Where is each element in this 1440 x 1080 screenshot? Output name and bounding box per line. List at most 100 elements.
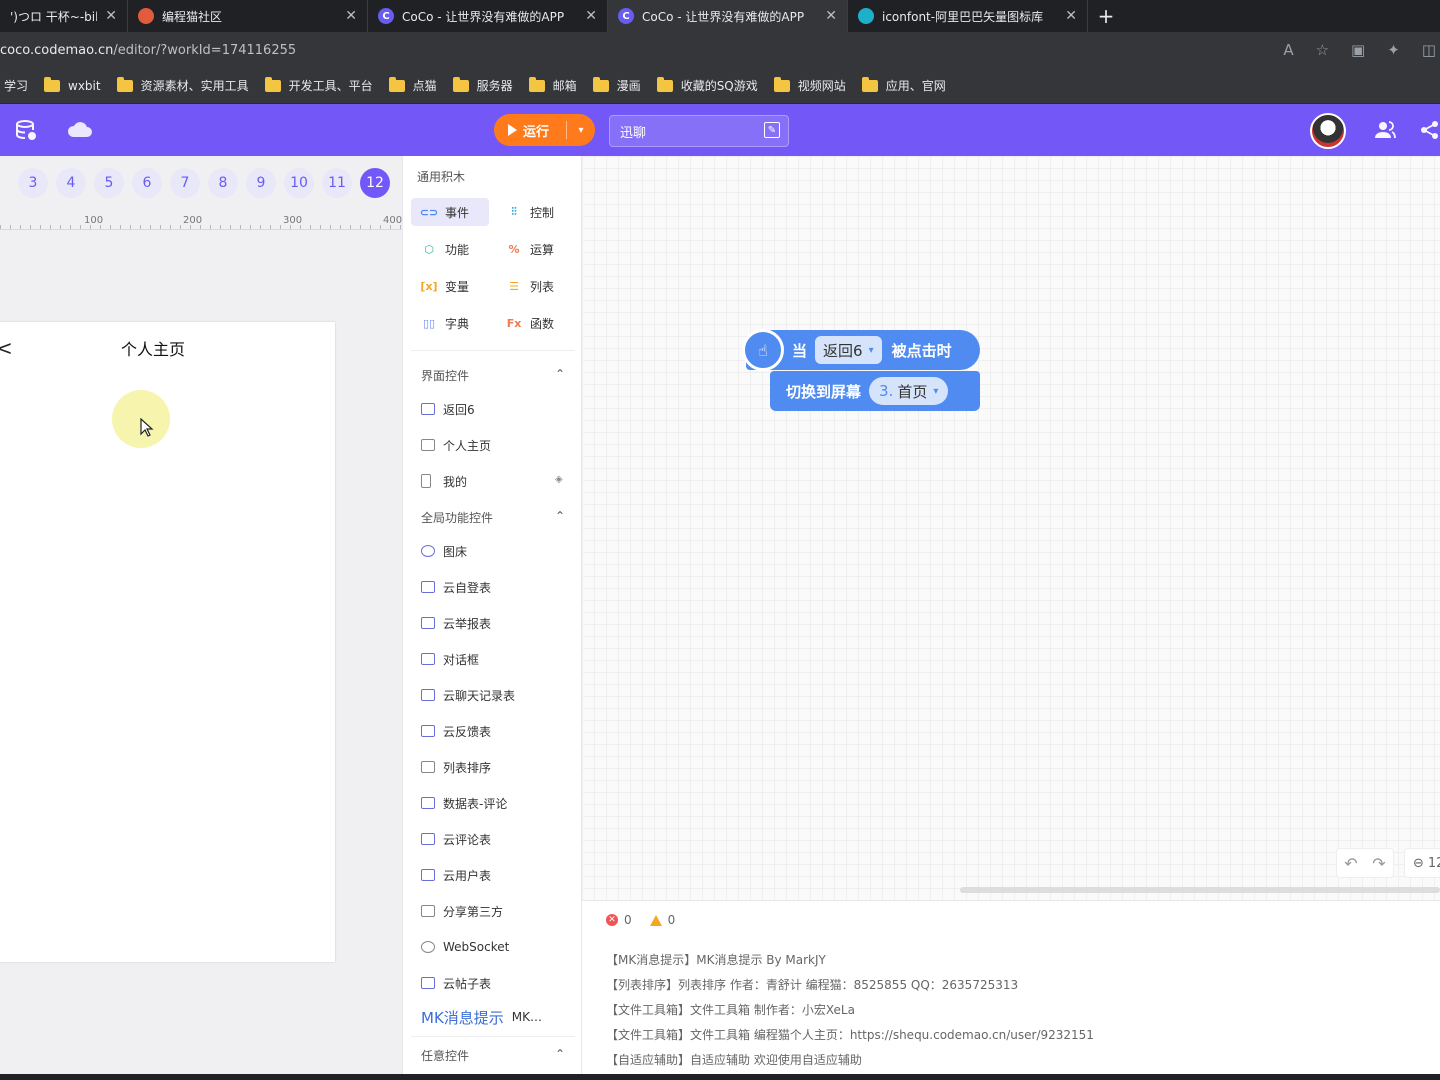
control-item[interactable]: 云用户表 <box>421 864 571 886</box>
chevron-up-icon[interactable]: ⌃ <box>555 367 565 384</box>
table-icon <box>421 689 435 701</box>
section-any-controls[interactable]: 任意控件 ⌃ <box>421 1047 565 1064</box>
table-icon <box>421 869 435 881</box>
favorite-star-icon[interactable]: ☆ <box>1316 41 1329 59</box>
category-label: 变量 <box>445 279 470 294</box>
error-count[interactable]: ✕ 0 <box>606 913 632 927</box>
folder-icon <box>452 76 469 92</box>
control-item[interactable]: 云自登表 <box>421 576 571 598</box>
screen-dropdown[interactable]: 3. 首页 ▾ <box>869 377 949 405</box>
bookmark-folder[interactable]: 点猫 <box>388 76 437 94</box>
category-dict[interactable]: ▯▯ 字典 <box>411 309 489 337</box>
control-item[interactable]: 返回6 <box>421 398 571 420</box>
horizontal-scrollbar[interactable] <box>960 887 1440 893</box>
control-item[interactable]: 云评论表 <box>421 828 571 850</box>
block-workspace[interactable]: ☝ 当 返回6 ▾ 被点击时 切换到屏幕 3.首页 ▾ ↶ ↷ ⊖12 <box>582 156 1440 900</box>
avatar[interactable] <box>1310 113 1346 149</box>
bookmark-folder[interactable]: 邮箱 <box>528 76 577 94</box>
bookmark-folder[interactable]: wxbit <box>44 76 101 93</box>
page-button[interactable]: 3 <box>18 168 48 198</box>
close-icon[interactable]: ✕ <box>825 8 837 24</box>
widget-dropdown[interactable]: 返回6 ▾ <box>815 336 882 364</box>
control-item[interactable]: 我的 ◈ <box>421 470 571 492</box>
chevron-up-icon[interactable]: ⌃ <box>555 509 565 526</box>
new-tab-button[interactable]: + <box>1088 0 1124 32</box>
control-item[interactable]: 个人主页 <box>421 434 571 456</box>
event-hat-block[interactable]: ☝ 当 返回6 ▾ 被点击时 <box>742 329 980 371</box>
collaborators-icon[interactable] <box>1373 118 1397 142</box>
url-field[interactable]: coco.codemao.cn/editor/?workId=174116255 <box>0 43 1283 58</box>
layers-icon[interactable]: ◈ <box>555 474 567 486</box>
browser-tab[interactable]: C CoCo - 让世界没有难做的APP ✕ <box>368 0 608 32</box>
bookmark-folder[interactable]: 服务器 <box>452 76 513 94</box>
item-label: 云举报表 <box>443 616 492 631</box>
split-view-icon[interactable]: ◫ <box>1422 41 1436 59</box>
close-icon[interactable]: ✕ <box>105 8 117 24</box>
category-operator[interactable]: % 运算 <box>496 235 574 263</box>
bookmark-folder[interactable]: 开发工具、平台 <box>264 76 373 94</box>
control-item[interactable]: 云聊天记录表 <box>421 684 571 706</box>
close-icon[interactable]: ✕ <box>1065 8 1077 24</box>
category-variable[interactable]: [x] 变量 <box>411 272 489 300</box>
control-item[interactable]: 云举报表 <box>421 612 571 634</box>
extensions-puzzle-icon[interactable]: ✦ <box>1387 41 1400 59</box>
undo-icon[interactable]: ↶ <box>1344 854 1357 873</box>
browser-tab-active[interactable]: C CoCo - 让世界没有难做的APP ✕ <box>608 0 848 32</box>
category-control[interactable]: ⫶⫶ 控制 <box>496 198 574 226</box>
bookmark-folder[interactable]: 视频网站 <box>773 76 846 94</box>
page-button[interactable]: 11 <box>322 168 352 198</box>
browser-tab[interactable]: iconfont-阿里巴巴矢量图标库 ✕ <box>848 0 1088 32</box>
page-button[interactable]: 4 <box>56 168 86 198</box>
bookmark-folder[interactable]: 应用、官网 <box>861 76 946 94</box>
project-name-field[interactable]: 迅聊 ✎ <box>609 115 789 147</box>
close-icon[interactable]: ✕ <box>345 8 357 24</box>
control-item[interactable]: 图床 <box>421 540 571 562</box>
bookmark-item[interactable]: 学习 <box>4 77 28 94</box>
redo-icon[interactable]: ↷ <box>1372 854 1385 873</box>
screen-title[interactable]: 个人主页 <box>0 336 306 360</box>
page-button[interactable]: 7 <box>170 168 200 198</box>
chevron-down-icon[interactable]: ▾ <box>567 125 595 136</box>
zoom-out-icon[interactable]: ⊖ <box>1413 856 1424 871</box>
item-label: 对话框 <box>443 652 480 667</box>
control-item[interactable]: 列表排序 <box>421 756 571 778</box>
page-button[interactable]: 6 <box>132 168 162 198</box>
control-item[interactable]: 云反馈表 <box>421 720 571 742</box>
browser-tab[interactable]: ')つロ 干杯~-bilib ✕ <box>0 0 128 32</box>
page-button[interactable]: 10 <box>284 168 314 198</box>
warning-count[interactable]: 0 <box>649 913 675 927</box>
page-button[interactable]: 9 <box>246 168 276 198</box>
control-item[interactable]: MK消息提示 MK… <box>421 1006 571 1028</box>
switch-screen-block[interactable]: 切换到屏幕 3. 首页 ▾ <box>770 371 980 411</box>
phone-preview[interactable]: < 个人主页 <box>0 322 335 962</box>
browser-tab[interactable]: 编程猫社区 ✕ <box>128 0 368 32</box>
read-aloud-icon[interactable]: A <box>1283 41 1293 59</box>
category-function[interactable]: ⬡ 功能 <box>411 235 489 263</box>
chevron-up-icon[interactable]: ⌃ <box>555 1047 565 1064</box>
control-item[interactable]: 云帖子表 <box>421 972 571 994</box>
control-item[interactable]: 分享第三方 <box>421 900 571 922</box>
bookmark-folder[interactable]: 资源素材、实用工具 <box>116 76 249 94</box>
control-item[interactable]: 数据表-评论 <box>421 792 571 814</box>
page-button-active[interactable]: 12 <box>360 168 390 198</box>
extension-badge-icon[interactable]: ▣ <box>1351 41 1365 59</box>
bookmark-folder[interactable]: 漫画 <box>592 76 641 94</box>
page-button[interactable]: 5 <box>94 168 124 198</box>
cloud-icon[interactable] <box>66 118 94 142</box>
control-item[interactable]: 对话框 <box>421 648 571 670</box>
run-button[interactable]: 运行 ▾ <box>494 114 595 146</box>
category-event[interactable]: ⊂⊃ 事件 <box>411 198 489 226</box>
share-icon[interactable] <box>1418 118 1440 142</box>
close-icon[interactable]: ✕ <box>585 8 597 24</box>
category-fx[interactable]: Fx 函数 <box>496 309 574 337</box>
page-button[interactable]: 8 <box>208 168 238 198</box>
run-main[interactable]: 运行 <box>494 121 566 140</box>
database-icon[interactable] <box>14 118 38 142</box>
section-ui-controls[interactable]: 界面控件 ⌃ <box>421 367 565 384</box>
edit-icon[interactable]: ✎ <box>764 122 780 138</box>
control-item[interactable]: WebSocket <box>421 936 571 958</box>
category-list[interactable]: ☰ 列表 <box>496 272 574 300</box>
section-global-controls[interactable]: 全局功能控件 ⌃ <box>421 509 565 526</box>
log-line: 【文件工具箱】文件工具箱 制作者：小宏XeLa <box>606 1003 855 1017</box>
bookmark-folder[interactable]: 收藏的SQ游戏 <box>656 76 758 94</box>
